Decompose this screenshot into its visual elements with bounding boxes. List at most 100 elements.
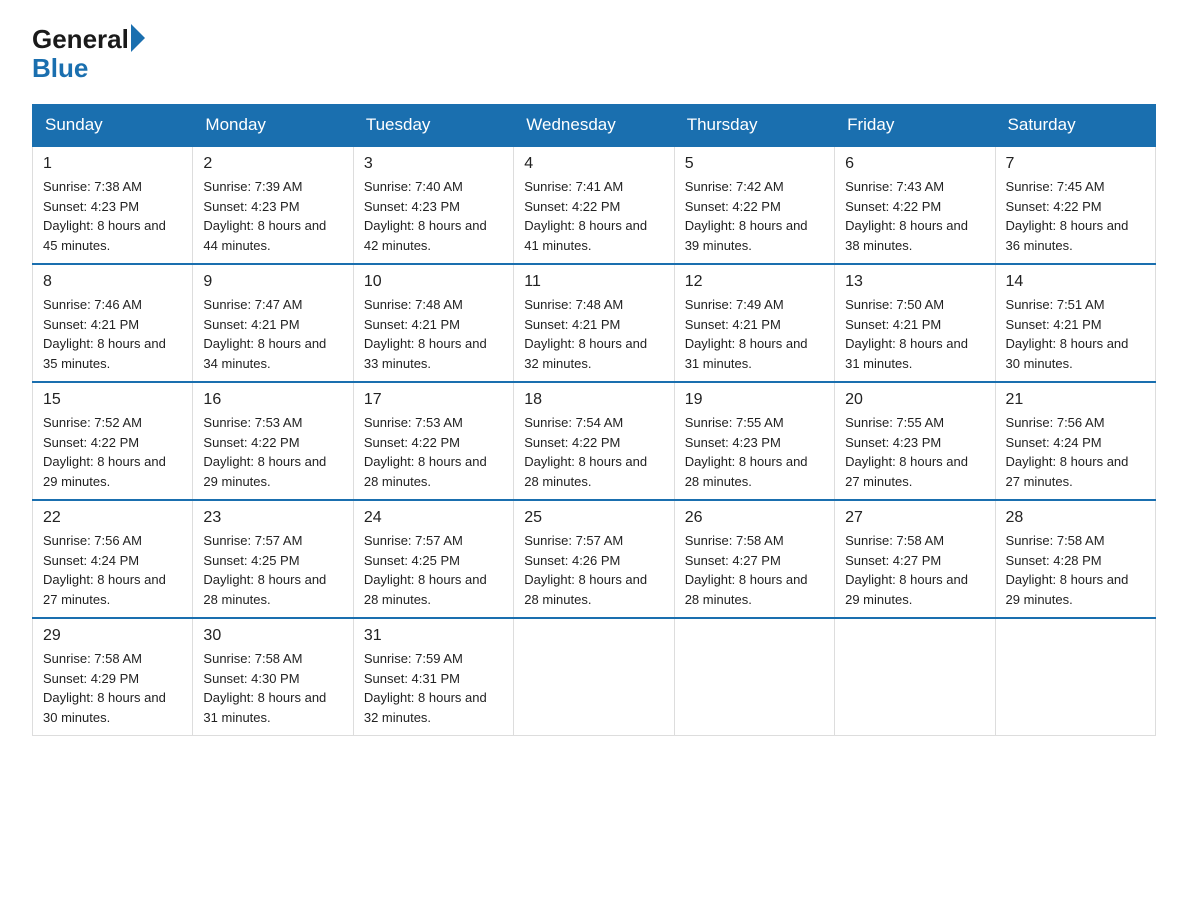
day-info: Sunrise: 7:58 AM Sunset: 4:29 PM Dayligh… bbox=[43, 649, 182, 727]
day-number: 27 bbox=[845, 509, 984, 527]
day-number: 24 bbox=[364, 509, 503, 527]
calendar-cell: 2 Sunrise: 7:39 AM Sunset: 4:23 PM Dayli… bbox=[193, 146, 353, 264]
day-number: 16 bbox=[203, 391, 342, 409]
day-number: 31 bbox=[364, 627, 503, 645]
day-info: Sunrise: 7:52 AM Sunset: 4:22 PM Dayligh… bbox=[43, 413, 182, 491]
calendar-cell: 28 Sunrise: 7:58 AM Sunset: 4:28 PM Dayl… bbox=[995, 500, 1155, 618]
day-number: 6 bbox=[845, 155, 984, 173]
day-info: Sunrise: 7:46 AM Sunset: 4:21 PM Dayligh… bbox=[43, 295, 182, 373]
calendar-cell: 22 Sunrise: 7:56 AM Sunset: 4:24 PM Dayl… bbox=[33, 500, 193, 618]
calendar-cell: 5 Sunrise: 7:42 AM Sunset: 4:22 PM Dayli… bbox=[674, 146, 834, 264]
day-info: Sunrise: 7:53 AM Sunset: 4:22 PM Dayligh… bbox=[364, 413, 503, 491]
calendar-cell: 9 Sunrise: 7:47 AM Sunset: 4:21 PM Dayli… bbox=[193, 264, 353, 382]
calendar-cell: 1 Sunrise: 7:38 AM Sunset: 4:23 PM Dayli… bbox=[33, 146, 193, 264]
calendar-cell: 20 Sunrise: 7:55 AM Sunset: 4:23 PM Dayl… bbox=[835, 382, 995, 500]
day-number: 4 bbox=[524, 155, 663, 173]
calendar-cell: 21 Sunrise: 7:56 AM Sunset: 4:24 PM Dayl… bbox=[995, 382, 1155, 500]
calendar-cell: 6 Sunrise: 7:43 AM Sunset: 4:22 PM Dayli… bbox=[835, 146, 995, 264]
calendar-week-4: 22 Sunrise: 7:56 AM Sunset: 4:24 PM Dayl… bbox=[33, 500, 1156, 618]
day-info: Sunrise: 7:54 AM Sunset: 4:22 PM Dayligh… bbox=[524, 413, 663, 491]
day-number: 22 bbox=[43, 509, 182, 527]
calendar-cell bbox=[835, 618, 995, 736]
day-info: Sunrise: 7:59 AM Sunset: 4:31 PM Dayligh… bbox=[364, 649, 503, 727]
weekday-header-wednesday: Wednesday bbox=[514, 105, 674, 147]
weekday-header-monday: Monday bbox=[193, 105, 353, 147]
calendar-header-row: SundayMondayTuesdayWednesdayThursdayFrid… bbox=[33, 105, 1156, 147]
day-number: 20 bbox=[845, 391, 984, 409]
day-number: 10 bbox=[364, 273, 503, 291]
weekday-header-thursday: Thursday bbox=[674, 105, 834, 147]
calendar-cell: 27 Sunrise: 7:58 AM Sunset: 4:27 PM Dayl… bbox=[835, 500, 995, 618]
day-info: Sunrise: 7:58 AM Sunset: 4:28 PM Dayligh… bbox=[1006, 531, 1145, 609]
calendar-cell: 11 Sunrise: 7:48 AM Sunset: 4:21 PM Dayl… bbox=[514, 264, 674, 382]
day-number: 12 bbox=[685, 273, 824, 291]
day-number: 17 bbox=[364, 391, 503, 409]
calendar-table: SundayMondayTuesdayWednesdayThursdayFrid… bbox=[32, 104, 1156, 736]
calendar-cell: 13 Sunrise: 7:50 AM Sunset: 4:21 PM Dayl… bbox=[835, 264, 995, 382]
day-info: Sunrise: 7:43 AM Sunset: 4:22 PM Dayligh… bbox=[845, 177, 984, 255]
day-number: 15 bbox=[43, 391, 182, 409]
day-number: 18 bbox=[524, 391, 663, 409]
day-info: Sunrise: 7:56 AM Sunset: 4:24 PM Dayligh… bbox=[1006, 413, 1145, 491]
calendar-week-1: 1 Sunrise: 7:38 AM Sunset: 4:23 PM Dayli… bbox=[33, 146, 1156, 264]
logo-general-text: General bbox=[32, 24, 129, 55]
day-info: Sunrise: 7:53 AM Sunset: 4:22 PM Dayligh… bbox=[203, 413, 342, 491]
weekday-header-sunday: Sunday bbox=[33, 105, 193, 147]
logo-blue-text: Blue bbox=[32, 53, 88, 84]
calendar-cell: 26 Sunrise: 7:58 AM Sunset: 4:27 PM Dayl… bbox=[674, 500, 834, 618]
day-info: Sunrise: 7:58 AM Sunset: 4:27 PM Dayligh… bbox=[845, 531, 984, 609]
day-number: 26 bbox=[685, 509, 824, 527]
day-number: 29 bbox=[43, 627, 182, 645]
day-number: 28 bbox=[1006, 509, 1145, 527]
day-info: Sunrise: 7:51 AM Sunset: 4:21 PM Dayligh… bbox=[1006, 295, 1145, 373]
day-number: 30 bbox=[203, 627, 342, 645]
day-info: Sunrise: 7:58 AM Sunset: 4:27 PM Dayligh… bbox=[685, 531, 824, 609]
calendar-cell: 14 Sunrise: 7:51 AM Sunset: 4:21 PM Dayl… bbox=[995, 264, 1155, 382]
calendar-cell: 29 Sunrise: 7:58 AM Sunset: 4:29 PM Dayl… bbox=[33, 618, 193, 736]
day-info: Sunrise: 7:48 AM Sunset: 4:21 PM Dayligh… bbox=[524, 295, 663, 373]
day-number: 23 bbox=[203, 509, 342, 527]
calendar-cell: 8 Sunrise: 7:46 AM Sunset: 4:21 PM Dayli… bbox=[33, 264, 193, 382]
weekday-header-tuesday: Tuesday bbox=[353, 105, 513, 147]
weekday-header-saturday: Saturday bbox=[995, 105, 1155, 147]
calendar-week-5: 29 Sunrise: 7:58 AM Sunset: 4:29 PM Dayl… bbox=[33, 618, 1156, 736]
day-info: Sunrise: 7:47 AM Sunset: 4:21 PM Dayligh… bbox=[203, 295, 342, 373]
day-info: Sunrise: 7:49 AM Sunset: 4:21 PM Dayligh… bbox=[685, 295, 824, 373]
day-info: Sunrise: 7:57 AM Sunset: 4:26 PM Dayligh… bbox=[524, 531, 663, 609]
day-info: Sunrise: 7:38 AM Sunset: 4:23 PM Dayligh… bbox=[43, 177, 182, 255]
calendar-week-2: 8 Sunrise: 7:46 AM Sunset: 4:21 PM Dayli… bbox=[33, 264, 1156, 382]
weekday-header-friday: Friday bbox=[835, 105, 995, 147]
calendar-cell: 16 Sunrise: 7:53 AM Sunset: 4:22 PM Dayl… bbox=[193, 382, 353, 500]
day-info: Sunrise: 7:50 AM Sunset: 4:21 PM Dayligh… bbox=[845, 295, 984, 373]
calendar-cell bbox=[514, 618, 674, 736]
calendar-cell: 10 Sunrise: 7:48 AM Sunset: 4:21 PM Dayl… bbox=[353, 264, 513, 382]
day-number: 3 bbox=[364, 155, 503, 173]
calendar-cell: 25 Sunrise: 7:57 AM Sunset: 4:26 PM Dayl… bbox=[514, 500, 674, 618]
day-number: 1 bbox=[43, 155, 182, 173]
day-number: 5 bbox=[685, 155, 824, 173]
day-number: 7 bbox=[1006, 155, 1145, 173]
calendar-cell: 30 Sunrise: 7:58 AM Sunset: 4:30 PM Dayl… bbox=[193, 618, 353, 736]
day-info: Sunrise: 7:41 AM Sunset: 4:22 PM Dayligh… bbox=[524, 177, 663, 255]
day-info: Sunrise: 7:40 AM Sunset: 4:23 PM Dayligh… bbox=[364, 177, 503, 255]
calendar-cell: 7 Sunrise: 7:45 AM Sunset: 4:22 PM Dayli… bbox=[995, 146, 1155, 264]
day-number: 2 bbox=[203, 155, 342, 173]
day-number: 14 bbox=[1006, 273, 1145, 291]
calendar-cell: 3 Sunrise: 7:40 AM Sunset: 4:23 PM Dayli… bbox=[353, 146, 513, 264]
day-info: Sunrise: 7:48 AM Sunset: 4:21 PM Dayligh… bbox=[364, 295, 503, 373]
day-number: 11 bbox=[524, 273, 663, 291]
day-info: Sunrise: 7:56 AM Sunset: 4:24 PM Dayligh… bbox=[43, 531, 182, 609]
day-info: Sunrise: 7:42 AM Sunset: 4:22 PM Dayligh… bbox=[685, 177, 824, 255]
logo-arrow-icon bbox=[131, 24, 145, 52]
day-info: Sunrise: 7:55 AM Sunset: 4:23 PM Dayligh… bbox=[845, 413, 984, 491]
day-number: 13 bbox=[845, 273, 984, 291]
day-number: 19 bbox=[685, 391, 824, 409]
calendar-cell: 31 Sunrise: 7:59 AM Sunset: 4:31 PM Dayl… bbox=[353, 618, 513, 736]
day-number: 9 bbox=[203, 273, 342, 291]
calendar-cell: 15 Sunrise: 7:52 AM Sunset: 4:22 PM Dayl… bbox=[33, 382, 193, 500]
calendar-cell: 17 Sunrise: 7:53 AM Sunset: 4:22 PM Dayl… bbox=[353, 382, 513, 500]
day-number: 8 bbox=[43, 273, 182, 291]
calendar-cell: 12 Sunrise: 7:49 AM Sunset: 4:21 PM Dayl… bbox=[674, 264, 834, 382]
day-info: Sunrise: 7:57 AM Sunset: 4:25 PM Dayligh… bbox=[203, 531, 342, 609]
day-info: Sunrise: 7:58 AM Sunset: 4:30 PM Dayligh… bbox=[203, 649, 342, 727]
